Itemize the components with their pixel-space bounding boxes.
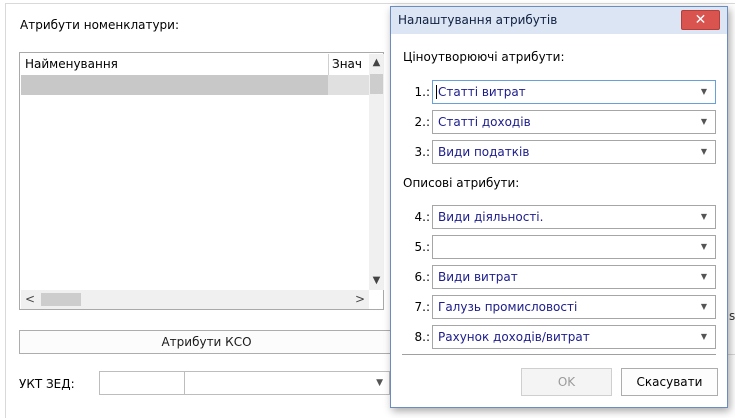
- attribute-select-2[interactable]: Статті доходів ▼: [432, 110, 716, 134]
- attribute-select-6[interactable]: Види витрат ▼: [432, 265, 716, 289]
- attribute-select-5[interactable]: ▼: [432, 235, 716, 259]
- chevron-down-icon[interactable]: ▼: [701, 141, 707, 163]
- attribute-row-number: 5.:: [414, 240, 431, 254]
- attributes-label: Атрибути номенклатури:: [20, 18, 180, 32]
- vertical-scrollbar[interactable]: ▲ ▼: [369, 54, 384, 290]
- attribute-value: Види діяльності.: [438, 210, 544, 224]
- horizontal-scrollbar[interactable]: < >: [21, 290, 369, 309]
- attribute-select-1[interactable]: Статті витрат ▼: [432, 80, 716, 104]
- column-header-value[interactable]: Знач: [328, 54, 368, 75]
- cancel-button[interactable]: Скасувати: [621, 368, 718, 396]
- ukt-zed-label: УКТ ЗЕД:: [19, 377, 75, 391]
- attribute-value: Рахунок доходів/витрат: [438, 330, 590, 344]
- column-header-name[interactable]: Найменування: [21, 54, 328, 75]
- table-row-value-cell[interactable]: [328, 75, 369, 95]
- attribute-row-number: 1.:: [414, 85, 431, 99]
- text-caret: [436, 85, 437, 99]
- panel-left-border: [5, 3, 6, 418]
- descriptive-attributes-label: Описові атрибути:: [403, 176, 520, 190]
- clipped-text-fragment: s: [729, 309, 735, 323]
- attribute-select-7[interactable]: Галузь промисловості ▼: [432, 295, 716, 319]
- chevron-down-icon[interactable]: ▼: [376, 372, 383, 394]
- attribute-row-number: 3.:: [414, 145, 431, 159]
- attribute-row-number: 8.:: [414, 330, 431, 344]
- dialog-title: Налаштування атрибутів: [398, 13, 558, 27]
- attribute-select-3[interactable]: Види податків ▼: [432, 140, 716, 164]
- scroll-left-icon[interactable]: <: [21, 290, 39, 309]
- close-icon[interactable]: ✕: [681, 10, 720, 30]
- chevron-down-icon[interactable]: ▼: [701, 206, 707, 228]
- chevron-down-icon[interactable]: ▼: [701, 81, 707, 103]
- ok-button[interactable]: OK: [521, 368, 612, 396]
- chevron-down-icon[interactable]: ▼: [701, 236, 707, 258]
- ukt-zed-code-input[interactable]: [99, 371, 185, 395]
- attribute-row-number: 7.:: [414, 300, 431, 314]
- attribute-select-8[interactable]: Рахунок доходів/витрат ▼: [432, 325, 716, 349]
- dialog-title-bar[interactable]: Налаштування атрибутів ✕: [391, 7, 727, 34]
- scroll-up-icon[interactable]: ▲: [369, 54, 384, 72]
- chevron-down-icon[interactable]: ▼: [701, 296, 707, 318]
- vertical-scroll-thumb[interactable]: [370, 74, 383, 94]
- attribute-row-number: 4.:: [414, 210, 431, 224]
- attribute-row-number: 6.:: [414, 270, 431, 284]
- kso-attributes-button[interactable]: Атрибути КСО: [19, 330, 394, 354]
- attribute-value: Статті доходів: [438, 115, 531, 129]
- horizontal-scroll-thumb[interactable]: [41, 293, 81, 306]
- attributes-table[interactable]: Найменування Знач ▲ ▼ < >: [19, 52, 384, 310]
- scroll-right-icon[interactable]: >: [351, 290, 369, 309]
- attribute-value: Види податків: [438, 145, 530, 159]
- scroll-down-icon[interactable]: ▼: [369, 272, 384, 290]
- panel-top-border: [5, 3, 735, 4]
- chevron-down-icon[interactable]: ▼: [701, 111, 707, 133]
- attribute-value: Статті витрат: [438, 85, 526, 99]
- attribute-value: Галузь промисловості: [438, 300, 578, 314]
- attribute-select-4[interactable]: Види діяльності. ▼: [432, 205, 716, 229]
- attribute-value: Види витрат: [438, 270, 518, 284]
- chevron-down-icon[interactable]: ▼: [701, 266, 707, 288]
- price-attributes-label: Ціноутворюючі атрибути:: [403, 50, 565, 64]
- dialog-divider: [402, 354, 716, 355]
- attribute-row-number: 2.:: [414, 115, 431, 129]
- table-row[interactable]: [21, 75, 369, 95]
- attributes-settings-dialog: Налаштування атрибутів ✕ Ціноутворюючі а…: [390, 6, 728, 408]
- chevron-down-icon[interactable]: ▼: [701, 326, 707, 348]
- ukt-zed-name-select[interactable]: ▼: [185, 371, 390, 395]
